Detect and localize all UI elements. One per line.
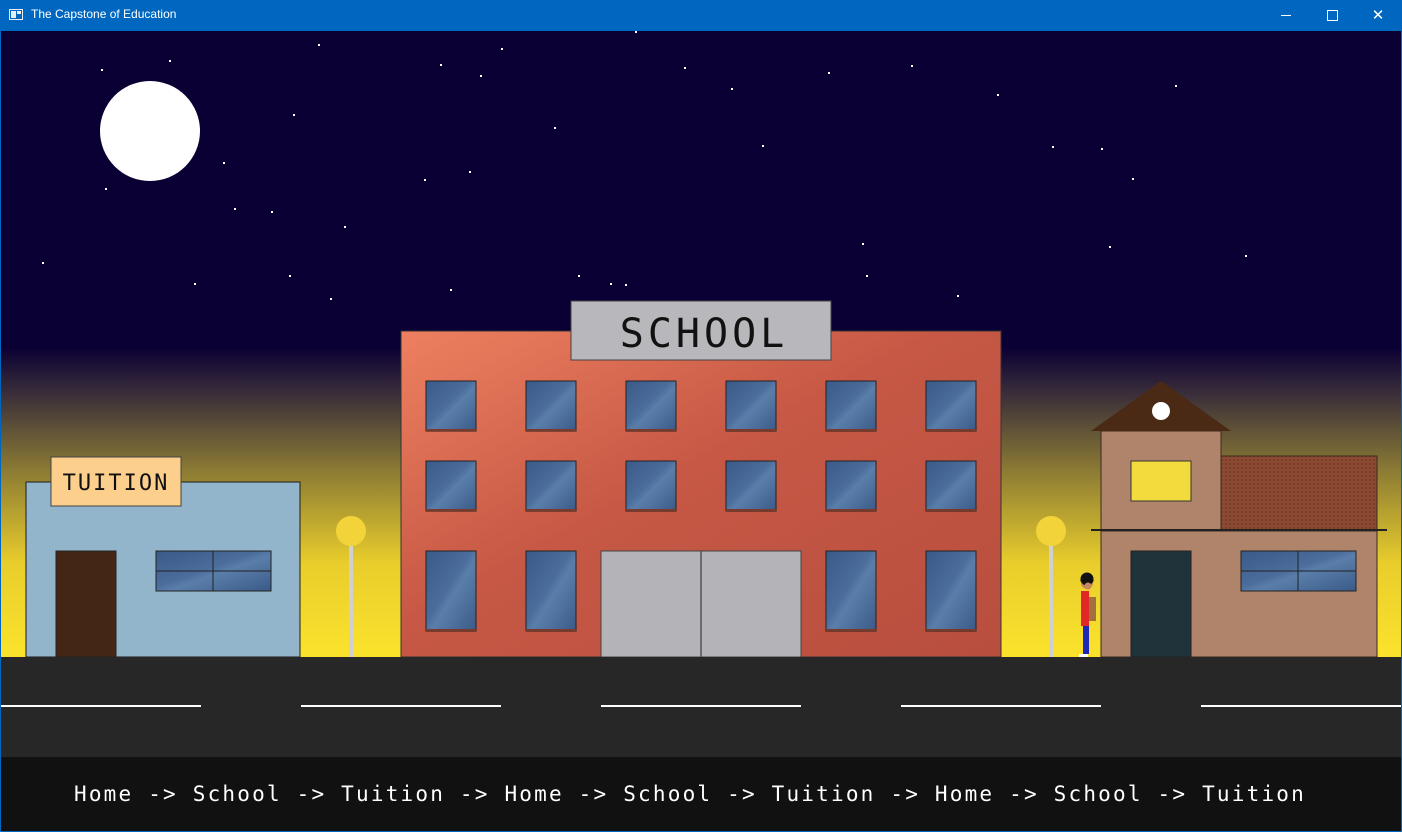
lane-dash bbox=[301, 705, 501, 707]
star bbox=[997, 94, 999, 96]
school-window bbox=[625, 380, 677, 432]
tuition-door bbox=[55, 550, 117, 658]
tuition-building: TUITION bbox=[25, 456, 301, 658]
home-attic-light bbox=[1152, 402, 1170, 420]
star bbox=[234, 208, 236, 210]
star bbox=[684, 67, 686, 69]
window-sill bbox=[526, 429, 576, 431]
close-button[interactable]: ✕ bbox=[1355, 0, 1401, 31]
star bbox=[866, 275, 868, 277]
school-window bbox=[725, 460, 777, 512]
window-sill bbox=[926, 509, 976, 511]
star bbox=[862, 243, 864, 245]
school-window bbox=[825, 380, 877, 432]
star bbox=[635, 31, 637, 33]
star bbox=[469, 171, 471, 173]
window-sill bbox=[926, 429, 976, 431]
school-window bbox=[925, 380, 977, 432]
school-main-door bbox=[600, 550, 802, 658]
star bbox=[289, 275, 291, 277]
school-window bbox=[525, 550, 577, 632]
school-window bbox=[525, 460, 577, 512]
star bbox=[271, 211, 273, 213]
star bbox=[318, 44, 320, 46]
star bbox=[554, 127, 556, 129]
star bbox=[501, 48, 503, 50]
star bbox=[293, 114, 295, 116]
window-sill bbox=[626, 429, 676, 431]
star bbox=[1132, 178, 1134, 180]
window-sill bbox=[726, 509, 776, 511]
star bbox=[610, 283, 612, 285]
window-sill bbox=[526, 509, 576, 511]
school-sign-text: SCHOOL bbox=[620, 311, 789, 357]
star bbox=[480, 75, 482, 77]
star bbox=[762, 145, 764, 147]
lane-dash bbox=[1, 705, 201, 707]
star bbox=[440, 64, 442, 66]
window-sill bbox=[826, 509, 876, 511]
window-sill bbox=[526, 629, 576, 631]
lane-dash bbox=[901, 705, 1101, 707]
star bbox=[1101, 148, 1103, 150]
window-sill bbox=[826, 629, 876, 631]
lane-dash bbox=[1201, 705, 1401, 707]
star bbox=[450, 289, 452, 291]
lane-dash bbox=[601, 705, 801, 707]
window-sill bbox=[926, 629, 976, 631]
star bbox=[578, 275, 580, 277]
star bbox=[344, 226, 346, 228]
minimize-button[interactable] bbox=[1263, 0, 1309, 31]
game-canvas[interactable]: TUITION SCHOOL Home -> School -> Tuition… bbox=[1, 31, 1401, 831]
star bbox=[957, 295, 959, 297]
school-window bbox=[625, 460, 677, 512]
window-sill bbox=[426, 629, 476, 631]
star bbox=[1175, 85, 1177, 87]
school-window bbox=[425, 460, 477, 512]
tuition-sign-text: TUITION bbox=[63, 471, 170, 496]
star bbox=[911, 65, 913, 67]
star bbox=[42, 262, 44, 264]
star bbox=[330, 298, 332, 300]
star bbox=[1109, 246, 1111, 248]
star bbox=[625, 284, 627, 286]
window-sill bbox=[726, 429, 776, 431]
home-door bbox=[1130, 550, 1192, 658]
star bbox=[424, 179, 426, 181]
school-window bbox=[925, 460, 977, 512]
close-icon: ✕ bbox=[1371, 6, 1385, 24]
star bbox=[194, 283, 196, 285]
school-window bbox=[825, 550, 877, 632]
school-window bbox=[825, 460, 877, 512]
star bbox=[1052, 146, 1054, 148]
minimize-icon bbox=[1281, 15, 1291, 16]
maximize-icon bbox=[1326, 10, 1338, 21]
star bbox=[105, 188, 107, 190]
home-upper-window bbox=[1130, 460, 1192, 502]
star bbox=[828, 72, 830, 74]
school-building: SCHOOL bbox=[400, 300, 1002, 658]
window-sill bbox=[426, 429, 476, 431]
school-window bbox=[425, 380, 477, 432]
star bbox=[169, 60, 171, 62]
star bbox=[731, 88, 733, 90]
school-window bbox=[925, 550, 977, 632]
star bbox=[101, 69, 103, 71]
star bbox=[223, 162, 225, 164]
moon bbox=[100, 81, 200, 181]
route-caption: Home -> School -> Tuition -> Home -> Sch… bbox=[74, 782, 1306, 806]
window-sill bbox=[426, 509, 476, 511]
maximize-button[interactable] bbox=[1309, 0, 1355, 31]
window-title: The Capstone of Education bbox=[31, 7, 177, 21]
window-sill bbox=[626, 509, 676, 511]
school-window bbox=[425, 550, 477, 632]
school-window bbox=[725, 380, 777, 432]
title-bar[interactable]: The Capstone of Education ✕ bbox=[0, 0, 1402, 31]
window-sill bbox=[826, 429, 876, 431]
school-window bbox=[525, 380, 577, 432]
app-window-icon bbox=[9, 9, 23, 20]
star bbox=[1245, 255, 1247, 257]
